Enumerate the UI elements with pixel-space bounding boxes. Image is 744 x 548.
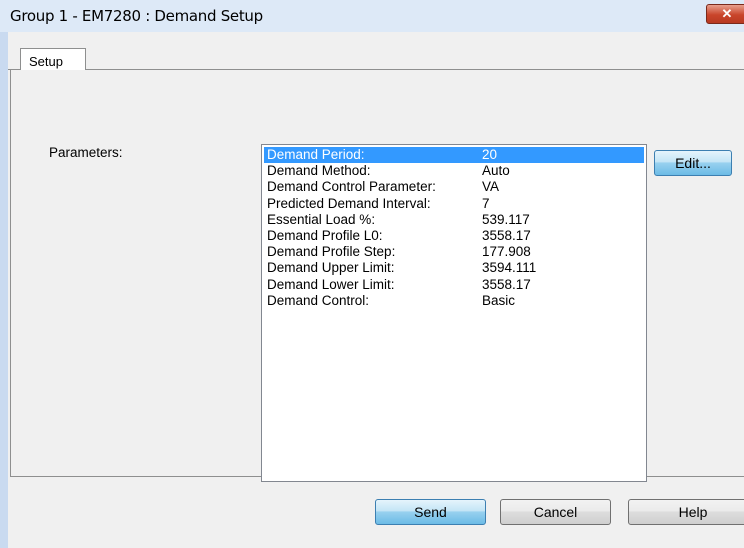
window-title: Group 1 - EM7280 : Demand Setup — [10, 7, 263, 25]
list-item[interactable]: Predicted Demand Interval: 7 — [264, 196, 644, 212]
param-name: Predicted Demand Interval: — [267, 195, 431, 211]
param-name: Demand Profile Step: — [267, 244, 396, 260]
param-value: 539.117 — [482, 211, 530, 227]
param-name: Demand Control: — [267, 292, 370, 308]
param-name: Demand Control Parameter: — [267, 179, 436, 195]
close-button[interactable]: ✕ — [706, 4, 744, 24]
list-item[interactable]: Demand Lower Limit: 3558.17 — [264, 277, 644, 293]
dialog-client: Setup Parameters: Demand Period: 20 Dema… — [8, 32, 744, 548]
dialog-window: Group 1 - EM7280 : Demand Setup ✕ Setup … — [0, 0, 744, 548]
parameters-label: Parameters: — [49, 145, 123, 160]
list-item[interactable]: Essential Load %: 539.117 — [264, 212, 644, 228]
cancel-button[interactable]: Cancel — [500, 499, 611, 525]
param-value: VA — [482, 179, 500, 195]
param-name: Demand Profile L0: — [267, 227, 383, 243]
param-name: Demand Lower Limit: — [267, 276, 395, 292]
list-item[interactable]: Demand Upper Limit: 3594.111 — [264, 260, 644, 276]
param-value: 3558.17 — [482, 227, 531, 243]
param-value: 177.908 — [482, 244, 531, 260]
help-button[interactable]: Help — [628, 499, 744, 525]
param-value: Auto — [482, 163, 510, 179]
param-value: 3558.17 — [482, 276, 531, 292]
list-item[interactable]: Demand Method: Auto — [264, 163, 644, 179]
edit-button[interactable]: Edit... — [654, 150, 732, 176]
list-item[interactable]: Demand Profile Step: 177.908 — [264, 244, 644, 260]
param-value: 20 — [482, 147, 498, 162]
param-value: Basic — [482, 292, 516, 308]
send-button[interactable]: Send — [375, 499, 486, 525]
list-item[interactable]: Demand Period: 20 — [264, 147, 644, 164]
list-item[interactable]: Demand Control Parameter: VA — [264, 179, 644, 195]
tab-setup[interactable]: Setup — [20, 48, 86, 71]
param-name: Demand Period: — [267, 147, 365, 162]
tab-strip: Setup — [8, 32, 744, 71]
title-bar: Group 1 - EM7280 : Demand Setup ✕ — [0, 0, 744, 32]
parameters-listbox[interactable]: Demand Period: 20 Demand Method: Auto De… — [261, 144, 647, 482]
list-item[interactable]: Demand Control: Basic — [264, 293, 644, 309]
param-name: Demand Method: — [267, 163, 371, 179]
close-icon: ✕ — [721, 6, 733, 21]
setup-tab-page: Parameters: Demand Period: 20 Demand Met… — [10, 70, 744, 482]
param-name: Demand Upper Limit: — [267, 260, 395, 276]
list-item[interactable]: Demand Profile L0: 3558.17 — [264, 228, 644, 244]
param-value: 3594.111 — [482, 260, 537, 276]
param-value: 7 — [482, 195, 490, 211]
param-name: Essential Load %: — [267, 211, 376, 227]
